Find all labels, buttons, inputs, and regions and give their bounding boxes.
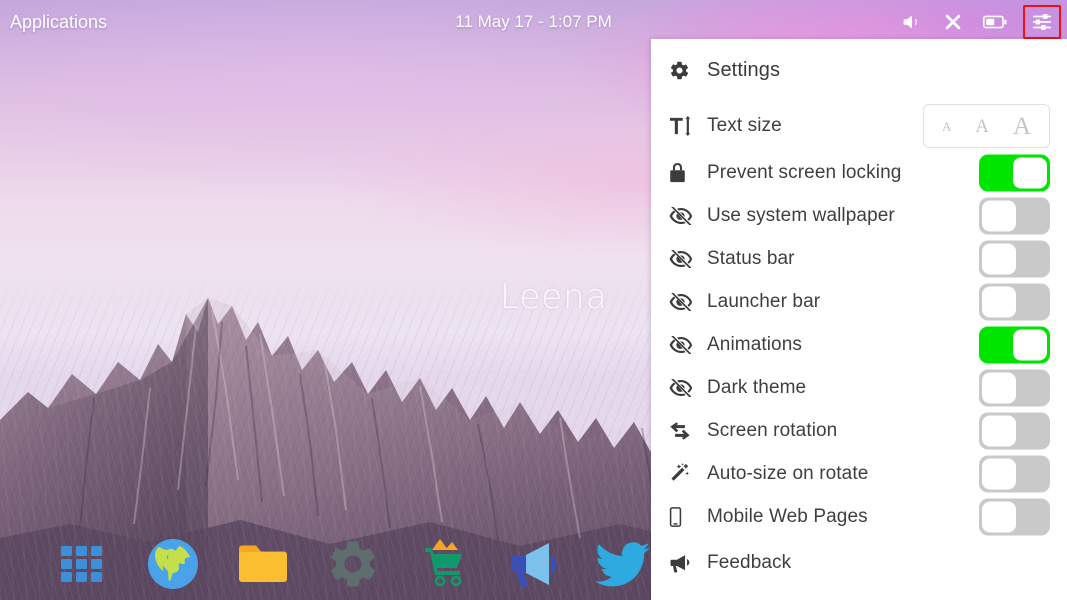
lock-icon — [669, 162, 707, 183]
settings-row-mobile-web-pages[interactable]: Mobile Web Pages — [651, 495, 1067, 538]
eye-off-icon — [669, 249, 707, 268]
settings-label-auto-size-on-rotate: Auto-size on rotate — [707, 462, 869, 484]
files-icon[interactable] — [235, 536, 291, 592]
settings-row-prevent-screen-locking[interactable]: Prevent screen locking — [651, 151, 1067, 194]
settings-label-mobile-web-pages: Mobile Web Pages — [707, 505, 868, 527]
settings-row-text-size[interactable]: Text size A A A — [651, 101, 1067, 151]
text-size-large-button[interactable]: A — [1013, 114, 1031, 139]
text-size-icon — [669, 116, 707, 136]
close-icon[interactable] — [941, 10, 965, 34]
settings-row-auto-size-on-rotate[interactable]: Auto-size on rotate — [651, 452, 1067, 495]
settings-label-launcher-bar: Launcher bar — [707, 290, 821, 312]
toggle-mobile-web-pages[interactable] — [979, 498, 1050, 535]
settings-row-use-system-wallpaper[interactable]: Use system wallpaper — [651, 194, 1067, 237]
settings-row-status-bar[interactable]: Status bar — [651, 237, 1067, 280]
settings-sliders-icon-highlight — [1023, 5, 1061, 39]
settings-row-dark-theme[interactable]: Dark theme — [651, 366, 1067, 409]
settings-label-text-size: Text size — [707, 115, 782, 136]
mobile-phone-icon — [669, 506, 707, 527]
eye-off-icon — [669, 335, 707, 354]
settings-icon[interactable] — [325, 536, 381, 592]
settings-label-animations: Animations — [707, 333, 802, 355]
settings-label-status-bar: Status bar — [707, 247, 795, 269]
settings-label-feedback: Feedback — [707, 552, 792, 573]
battery-icon — [983, 10, 1007, 34]
twitter-icon[interactable] — [595, 536, 651, 592]
status-bar: Applications 11 May 17 - 1:07 PM — [0, 0, 1067, 44]
toggle-animations[interactable] — [979, 326, 1050, 363]
toggle-use-system-wallpaper[interactable] — [979, 197, 1050, 234]
settings-panel-header: Settings — [651, 39, 1067, 101]
toggle-status-bar[interactable] — [979, 240, 1050, 277]
megaphone-icon — [669, 553, 707, 573]
settings-row-animations[interactable]: Animations — [651, 323, 1067, 366]
text-size-stepper[interactable]: A A A — [923, 104, 1050, 148]
launcher-bar — [0, 528, 651, 600]
volume-icon[interactable] — [899, 10, 923, 34]
toggle-launcher-bar[interactable] — [979, 283, 1050, 320]
gear-icon — [669, 60, 707, 81]
toggle-prevent-screen-locking[interactable] — [979, 154, 1050, 191]
eye-off-icon — [669, 206, 707, 225]
toggle-auto-size-on-rotate[interactable] — [979, 455, 1050, 492]
status-bar-icons — [899, 0, 1061, 44]
settings-row-launcher-bar[interactable]: Launcher bar — [651, 280, 1067, 323]
eye-off-icon — [669, 292, 707, 311]
store-icon[interactable] — [415, 536, 471, 592]
settings-row-about[interactable]: About this — [651, 588, 1067, 600]
megaphone-icon[interactable] — [505, 536, 561, 592]
settings-panel: Settings Text size A A A Prevent screen … — [651, 39, 1067, 600]
browser-icon[interactable] — [145, 536, 201, 592]
settings-label-screen-rotation: Screen rotation — [707, 419, 838, 441]
toggle-screen-rotation[interactable] — [979, 412, 1050, 449]
wallpaper-watermark: Leena — [500, 277, 608, 317]
text-size-medium-button[interactable]: A — [975, 117, 989, 136]
settings-row-feedback[interactable]: Feedback — [651, 538, 1067, 588]
clock-label: 11 May 17 - 1:07 PM — [455, 12, 612, 31]
desktop-screen: Leena Applications 11 May 17 - 1:07 PM S… — [0, 0, 1067, 600]
settings-label-use-system-wallpaper: Use system wallpaper — [707, 204, 895, 226]
eye-off-icon — [669, 378, 707, 397]
settings-title: Settings — [707, 58, 781, 81]
magic-wand-icon — [669, 462, 707, 485]
rotate-icon — [669, 421, 707, 441]
settings-sliders-icon[interactable] — [1030, 10, 1054, 34]
toggle-dark-theme[interactable] — [979, 369, 1050, 406]
text-size-small-button[interactable]: A — [942, 120, 951, 133]
settings-label-dark-theme: Dark theme — [707, 376, 807, 398]
settings-row-screen-rotation[interactable]: Screen rotation — [651, 409, 1067, 452]
settings-label-prevent-screen-locking: Prevent screen locking — [707, 161, 902, 183]
app-drawer-icon[interactable] — [54, 536, 110, 592]
